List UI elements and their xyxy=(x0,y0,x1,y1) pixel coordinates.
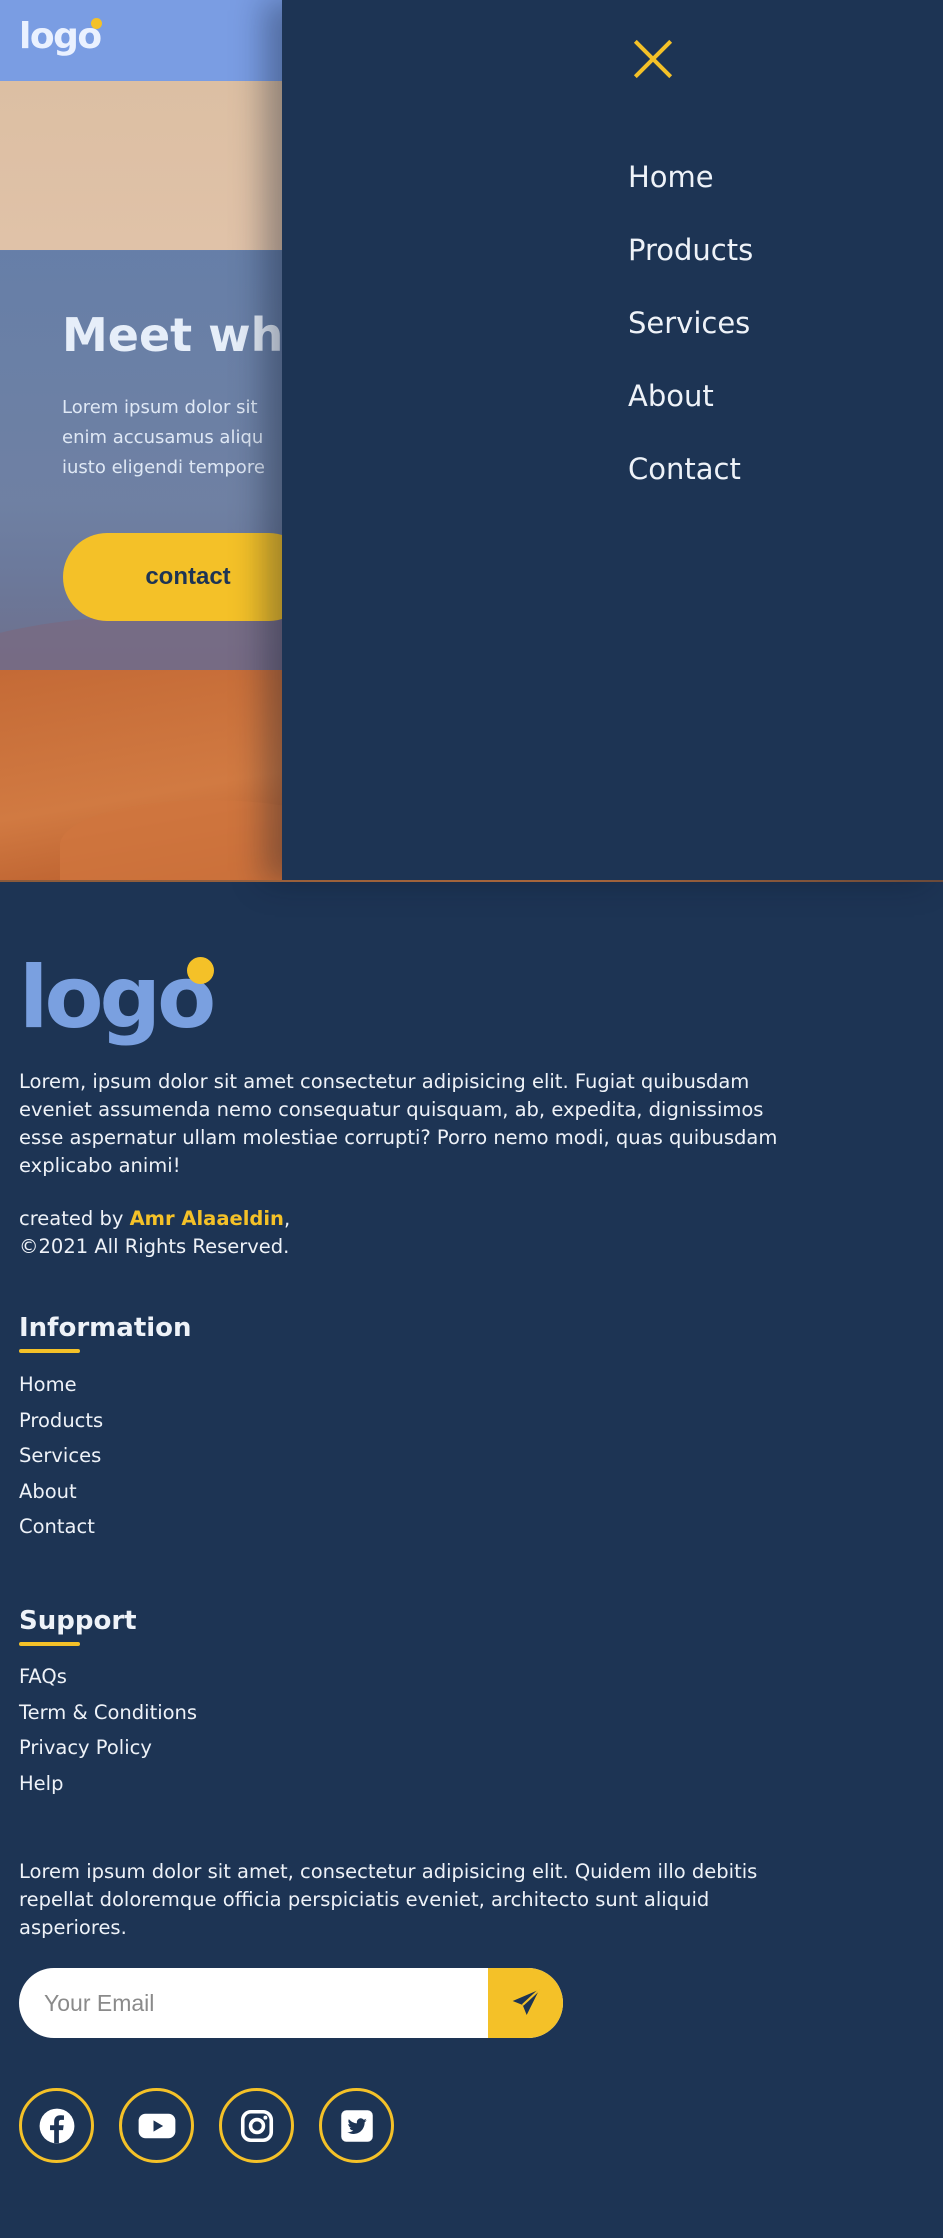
footer-link-contact[interactable]: Contact xyxy=(19,1515,103,1551)
footer-link-help[interactable]: Help xyxy=(19,1772,197,1808)
footer-link-privacy[interactable]: Privacy Policy xyxy=(19,1736,197,1772)
paper-plane-icon xyxy=(512,1988,540,2015)
footer-link-terms[interactable]: Term & Conditions xyxy=(19,1701,197,1737)
hero-title: Meet wha xyxy=(62,308,315,362)
side-menu-item-contact[interactable]: Contact xyxy=(628,452,753,525)
facebook-link[interactable] xyxy=(19,2088,94,2163)
instagram-icon xyxy=(240,2109,273,2142)
youtube-icon xyxy=(138,2113,175,2138)
information-links: Home Products Services About Contact xyxy=(19,1373,103,1551)
send-button[interactable] xyxy=(488,1968,563,2038)
youtube-link[interactable] xyxy=(119,2088,194,2163)
support-heading: Support xyxy=(19,1606,137,1646)
facebook-icon xyxy=(39,2108,74,2143)
footer-link-about[interactable]: About xyxy=(19,1480,103,1516)
logo-dot xyxy=(90,18,102,29)
footer-link-services[interactable]: Services xyxy=(19,1444,103,1480)
instagram-link[interactable] xyxy=(219,2088,294,2163)
side-menu-item-services[interactable]: Services xyxy=(628,306,753,379)
created-by-label: created by xyxy=(19,1207,130,1230)
header-logo[interactable]: logo xyxy=(19,16,102,57)
email-input[interactable] xyxy=(19,1968,489,2038)
side-menu-item-products[interactable]: Products xyxy=(628,233,753,306)
social-links xyxy=(19,2088,394,2163)
twitter-icon xyxy=(340,2109,373,2142)
information-heading: Information xyxy=(19,1313,192,1353)
close-icon[interactable] xyxy=(632,38,674,80)
hero-divider xyxy=(0,880,943,882)
newsletter-text: Lorem ipsum dolor sit amet, consectetur … xyxy=(19,1860,758,1939)
support-links: FAQs Term & Conditions Privacy Policy He… xyxy=(19,1665,197,1807)
footer-link-faqs[interactable]: FAQs xyxy=(19,1665,197,1701)
contact-button[interactable]: contact xyxy=(63,533,313,621)
twitter-link[interactable] xyxy=(319,2088,394,2163)
author-link[interactable]: Amr Alaaeldin xyxy=(130,1207,284,1230)
footer-logo[interactable]: logo xyxy=(19,955,216,1041)
footer-link-home[interactable]: Home xyxy=(19,1373,103,1409)
footer-about-text: Lorem, ipsum dolor sit amet consectetur … xyxy=(19,1070,778,1177)
side-menu-item-about[interactable]: About xyxy=(628,379,753,452)
contact-button-label: contact xyxy=(145,563,231,590)
footer-link-products[interactable]: Products xyxy=(19,1409,103,1445)
created-by-suffix: , xyxy=(283,1207,291,1230)
side-menu-list: Home Products Services About Contact xyxy=(628,160,753,525)
footer-credits: created by Amr Alaaeldin, ©2021 All Righ… xyxy=(19,1205,290,1261)
copyright-text: ©2021 All Rights Reserved. xyxy=(19,1235,290,1258)
side-menu: Home Products Services About Contact xyxy=(282,0,943,881)
newsletter-form xyxy=(19,1968,563,2038)
side-menu-item-home[interactable]: Home xyxy=(628,160,753,233)
